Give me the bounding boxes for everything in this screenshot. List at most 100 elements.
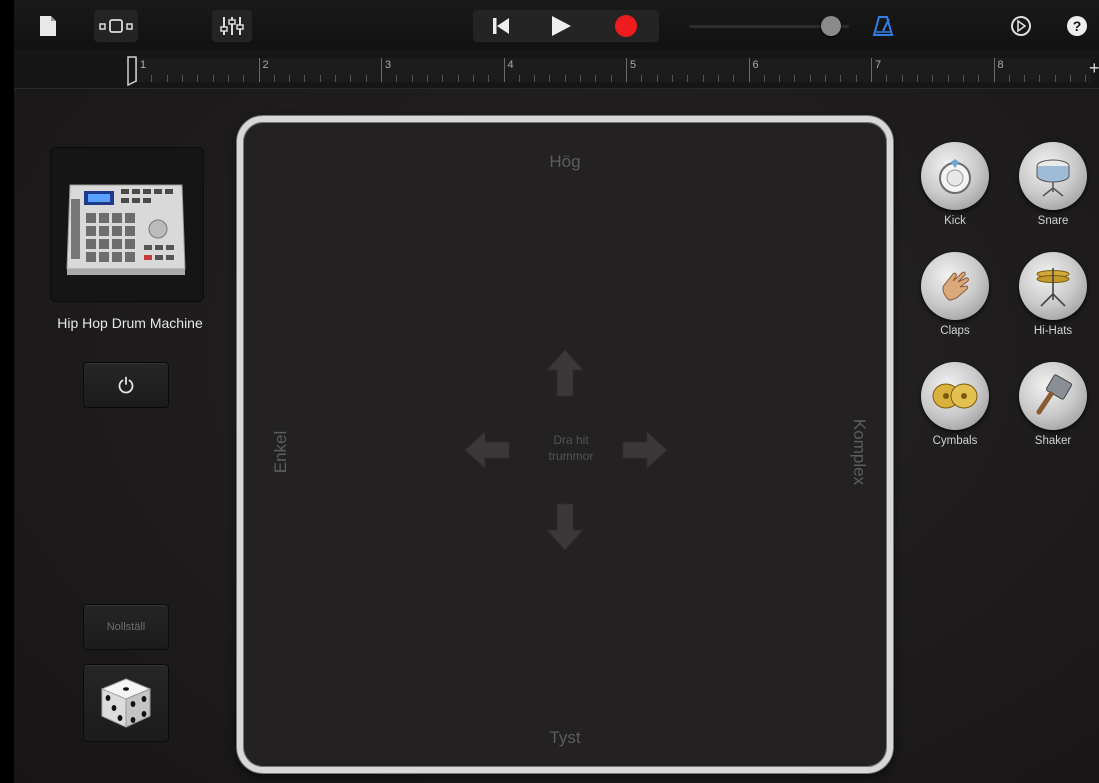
playhead[interactable] — [126, 56, 140, 91]
record-icon[interactable] — [596, 14, 656, 38]
drum-label-cymbals: Cymbals — [932, 435, 978, 447]
ruler-beat-tick — [457, 75, 459, 82]
dice-icon — [100, 678, 152, 728]
ruler-beat-tick — [166, 75, 168, 82]
clap-hand-icon — [921, 252, 989, 320]
ruler-bar-label: 7 — [875, 59, 882, 71]
mixer-icon[interactable] — [212, 10, 252, 42]
instrument-selector[interactable] — [50, 147, 204, 302]
ruler-beat-tick — [319, 75, 321, 82]
ruler-beat-tick — [962, 75, 964, 82]
ruler-bar-label: 3 — [385, 59, 392, 71]
ruler-beat-tick — [932, 75, 934, 82]
ruler-beat-tick — [1085, 75, 1087, 82]
ruler-beat-tick — [442, 75, 444, 82]
ruler-beat-tick — [426, 75, 428, 82]
hihat-icon — [1019, 252, 1087, 320]
ruler-beat-tick — [1039, 75, 1041, 82]
snare-drum-icon — [1019, 142, 1087, 210]
drum-label-kick: Kick — [944, 215, 966, 227]
metronome-icon[interactable] — [870, 10, 896, 42]
help-icon[interactable]: ? — [1064, 10, 1090, 42]
ruler-beat-tick — [901, 75, 903, 82]
settings-icon[interactable] — [1008, 10, 1034, 42]
ruler-beat-tick — [488, 75, 490, 82]
ruler-beat-tick — [564, 75, 566, 82]
ruler-bar-tick — [503, 58, 505, 82]
randomize-button[interactable] — [83, 664, 169, 742]
ruler-beat-tick — [151, 75, 153, 82]
ruler-beat-tick — [702, 75, 704, 82]
document-icon[interactable] — [36, 10, 60, 42]
ruler-beat-tick — [1054, 75, 1056, 82]
volume-slider[interactable] — [689, 14, 849, 38]
ruler-beat-tick — [396, 75, 398, 82]
ruler-beat-tick — [840, 75, 842, 82]
power-button[interactable] — [83, 362, 169, 408]
ruler-beat-tick — [518, 75, 520, 82]
ruler-beat-tick — [1070, 75, 1072, 82]
drum-machine-icon — [66, 184, 186, 275]
left-edge — [0, 0, 14, 783]
track-view-icon[interactable] — [94, 10, 138, 42]
ruler-beat-tick — [227, 75, 229, 82]
ruler-beat-tick — [779, 75, 781, 82]
ruler-beat-tick — [855, 75, 857, 82]
drum-cymbals[interactable]: Cymbals — [919, 362, 991, 447]
toolbar: ? — [14, 0, 1099, 50]
ruler-beat-tick — [212, 75, 214, 82]
ruler-bar-label: 1 — [140, 59, 147, 71]
power-icon — [118, 376, 134, 394]
ruler-beat-tick — [717, 75, 719, 82]
ruler-track: 1 2 3 4 5 6 7 8 — [136, 58, 1091, 82]
cymbals-icon — [921, 362, 989, 430]
drum-hihats[interactable]: Hi-Hats — [1017, 252, 1089, 337]
drum-kick[interactable]: Kick — [919, 142, 991, 227]
reset-button[interactable]: Nollställ — [83, 604, 169, 650]
ruler-beat-tick — [794, 75, 796, 82]
ruler-beat-tick — [916, 75, 918, 82]
ruler-beat-tick — [763, 75, 765, 82]
ruler-beat-tick — [610, 75, 612, 82]
pad-hint-line2: trummor — [548, 449, 594, 463]
ruler-bar-tick — [258, 58, 260, 82]
play-icon[interactable] — [526, 15, 596, 37]
ruler-beat-tick — [671, 75, 673, 82]
drum-shaker[interactable]: Shaker — [1017, 362, 1089, 447]
pad-hint-line1: Dra hit — [553, 433, 589, 447]
ruler-bar-label: 2 — [262, 59, 269, 71]
timeline-ruler[interactable]: 1 2 3 4 5 6 7 8 + — [14, 50, 1099, 89]
ruler-bar-tick — [626, 58, 627, 82]
drum-label-snare: Snare — [1037, 215, 1069, 227]
ruler-bar-label: 6 — [752, 59, 759, 71]
xy-drum-pad[interactable]: Hög Tyst Enkel Komplex Dra hit trummor — [237, 116, 893, 773]
ruler-beat-tick — [534, 75, 536, 82]
ruler-beat-tick — [472, 75, 474, 82]
volume-knob[interactable] — [821, 16, 841, 36]
drum-claps[interactable]: Claps — [919, 252, 991, 337]
ruler-beat-tick — [978, 75, 980, 82]
rewind-icon[interactable] — [476, 16, 526, 36]
ruler-beat-tick — [350, 75, 352, 82]
drum-snare[interactable]: Snare — [1017, 142, 1089, 227]
ruler-beat-tick — [197, 75, 199, 82]
ruler-beat-tick — [595, 75, 597, 82]
kick-drum-icon — [921, 142, 989, 210]
ruler-beat-tick — [1008, 75, 1010, 82]
ruler-bar-tick — [993, 58, 995, 82]
ruler-beat-tick — [809, 75, 811, 82]
ruler-beat-tick — [886, 75, 888, 82]
ruler-beat-tick — [273, 75, 275, 82]
ruler-beat-tick — [580, 75, 582, 82]
ruler-bar-label: 5 — [630, 59, 637, 71]
shaker-icon — [1019, 362, 1087, 430]
ruler-bar-label: 4 — [507, 59, 514, 71]
ruler-beat-tick — [1024, 75, 1026, 82]
ruler-bar-tick — [748, 58, 750, 82]
ruler-beat-tick — [411, 75, 413, 82]
ruler-beat-tick — [947, 75, 949, 82]
drum-label-hihats: Hi-Hats — [1033, 325, 1073, 337]
ruler-beat-tick — [549, 75, 551, 82]
ruler-beat-tick — [335, 75, 337, 82]
add-section-button[interactable]: + — [1089, 58, 1099, 79]
